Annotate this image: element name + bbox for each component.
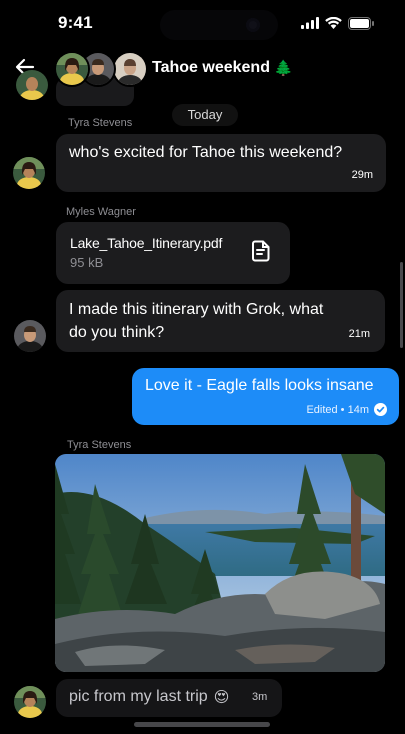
date-divider: Today bbox=[172, 104, 238, 126]
avatar[interactable] bbox=[14, 686, 46, 718]
sender-name: Myles Wagner bbox=[66, 206, 136, 218]
sender-name: Tyra Stevens bbox=[68, 117, 133, 129]
message-timestamp: 3m bbox=[252, 691, 268, 703]
chat-title-text: Tahoe weekend bbox=[152, 59, 270, 76]
status-time: 9:41 bbox=[58, 13, 93, 32]
group-avatars[interactable] bbox=[54, 51, 150, 87]
document-icon bbox=[252, 240, 270, 262]
photo-message[interactable] bbox=[55, 454, 385, 672]
message-timestamp: 29m bbox=[351, 169, 373, 181]
avatar bbox=[54, 51, 90, 87]
message-list[interactable]: Today Tyra Stevens who's excited for Tah… bbox=[0, 70, 405, 734]
message-text: Love it - Eagle falls looks insane bbox=[145, 377, 374, 394]
avatar bbox=[112, 51, 148, 87]
message-text: who's excited for Tahoe this weekend? bbox=[69, 144, 343, 161]
signal-icon bbox=[301, 17, 319, 29]
sender-name: Tyra Stevens bbox=[67, 439, 132, 451]
avatar[interactable] bbox=[14, 320, 46, 352]
file-attachment[interactable]: Lake_Tahoe_Itinerary.pdf 95 kB bbox=[56, 222, 290, 284]
avatar[interactable] bbox=[13, 157, 45, 189]
status-icons bbox=[301, 16, 375, 30]
checkmark-circle-icon bbox=[374, 403, 387, 416]
file-size: 95 kB bbox=[70, 255, 104, 270]
pine-tree-emoji: 🌲 bbox=[273, 60, 293, 77]
battery-icon bbox=[348, 16, 374, 30]
message-bubble[interactable]: who's excited for Tahoe this weekend? 29… bbox=[56, 134, 386, 192]
message-bubble[interactable]: I made this itinerary with Grok, what do… bbox=[56, 290, 385, 352]
heart-eyes-emoji: 😍 bbox=[213, 689, 230, 706]
dynamic-island bbox=[160, 10, 278, 40]
message-bubble[interactable]: pic from my last trip 😍 3m bbox=[56, 679, 282, 717]
avatar bbox=[16, 70, 48, 100]
message-text: pic from my last trip bbox=[69, 688, 208, 705]
message-edited-status: Edited • 14m bbox=[306, 403, 369, 416]
message-text: I made this itinerary with Grok, what do… bbox=[69, 301, 324, 341]
scrollbar-thumb[interactable] bbox=[400, 262, 403, 348]
status-bar: 9:41 bbox=[0, 0, 405, 48]
file-name: Lake_Tahoe_Itinerary.pdf bbox=[70, 235, 223, 251]
outgoing-message-bubble[interactable]: Love it - Eagle falls looks insane Edite… bbox=[132, 368, 399, 425]
message-timestamp: 21m bbox=[348, 328, 370, 340]
lake-photo bbox=[55, 454, 385, 672]
home-indicator[interactable] bbox=[134, 722, 270, 727]
chat-title[interactable]: Tahoe weekend 🌲 bbox=[152, 59, 293, 77]
wifi-icon bbox=[325, 17, 342, 29]
